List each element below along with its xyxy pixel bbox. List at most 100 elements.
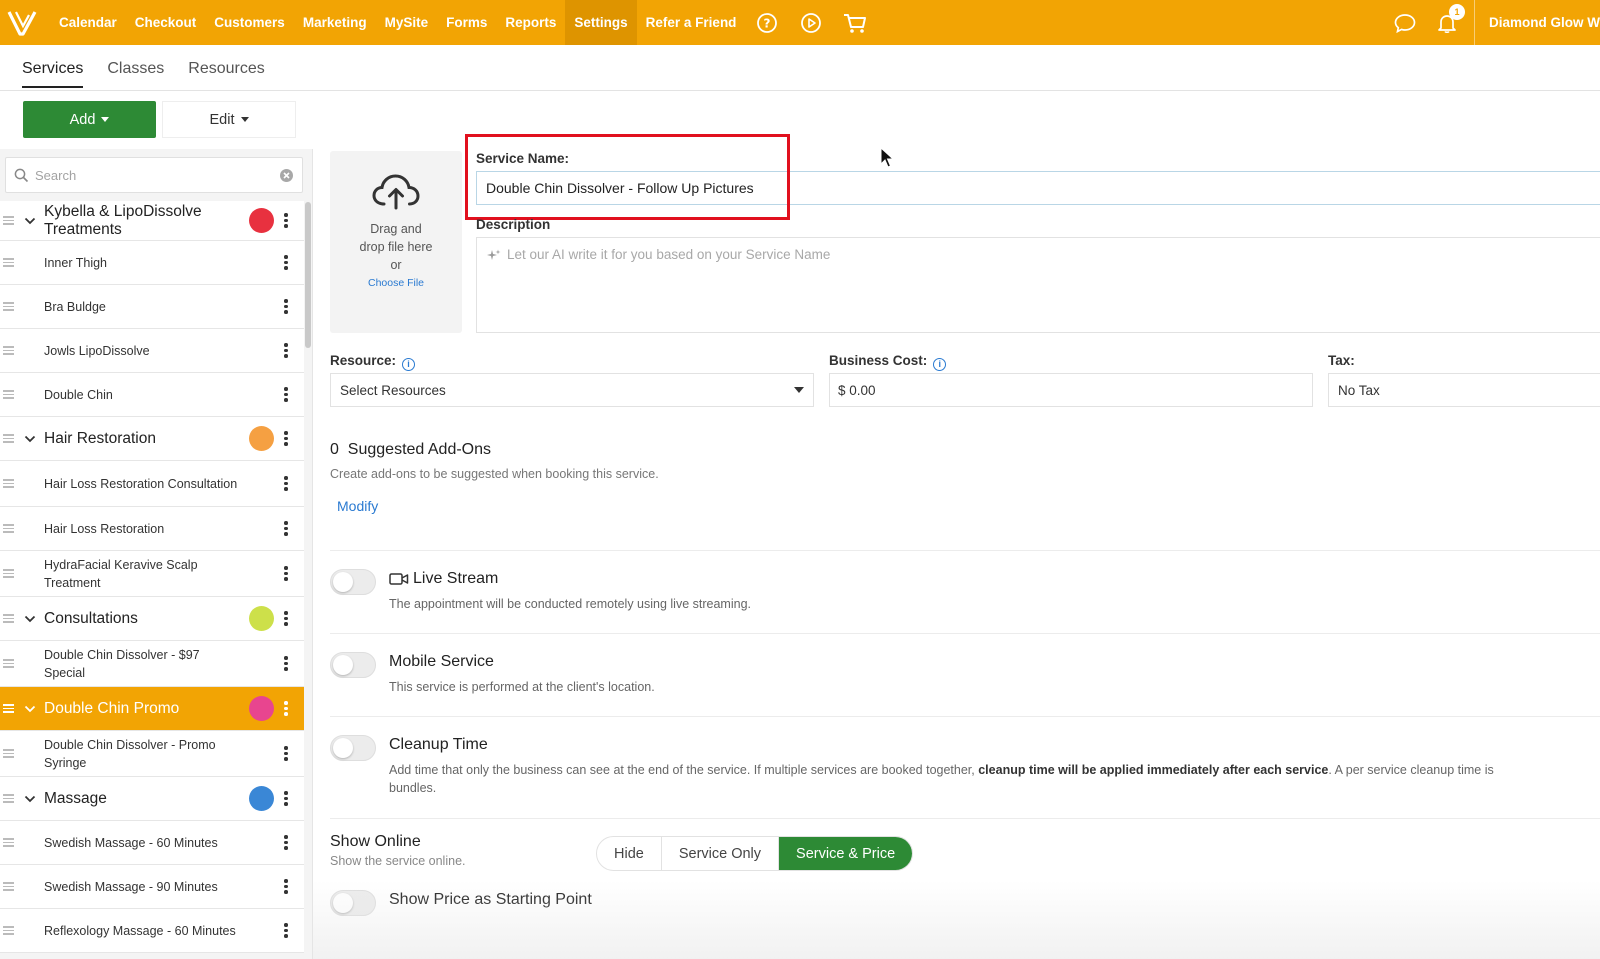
nav-mysite[interactable]: MySite xyxy=(376,0,438,45)
drag-handle-icon[interactable] xyxy=(3,567,14,580)
more-options-icon[interactable] xyxy=(284,699,288,718)
service-row[interactable]: Double Chin xyxy=(0,373,304,417)
search-box[interactable] xyxy=(5,157,303,193)
more-options-icon[interactable] xyxy=(284,211,288,230)
nav-reports[interactable]: Reports xyxy=(496,0,565,45)
drag-handle-icon[interactable] xyxy=(3,836,14,849)
chevron-down-icon[interactable] xyxy=(24,613,36,625)
edit-button[interactable]: Edit xyxy=(162,101,296,138)
drag-handle-icon[interactable] xyxy=(3,792,14,805)
more-options-icon[interactable] xyxy=(284,921,288,940)
category-row[interactable]: Kybella & LipoDissolve Treatments xyxy=(0,201,304,241)
tab-resources[interactable]: Resources xyxy=(188,60,264,88)
more-options-icon[interactable] xyxy=(284,877,288,896)
service-row[interactable]: Inner Thigh xyxy=(0,241,304,285)
nav-calendar[interactable]: Calendar xyxy=(50,0,126,45)
show-online-service-price-option[interactable]: Service & Price xyxy=(779,837,913,870)
category-row[interactable]: Massage xyxy=(0,777,304,821)
account-name[interactable]: Diamond Glow W xyxy=(1474,0,1600,45)
add-button[interactable]: Add xyxy=(23,101,156,138)
drag-handle-icon[interactable] xyxy=(3,747,14,760)
service-row[interactable]: Double Chin Dissolver - Promo Syringe xyxy=(0,731,304,777)
vagaro-logo-icon[interactable] xyxy=(0,0,46,45)
more-options-icon[interactable] xyxy=(284,519,288,538)
service-row[interactable]: Swedish Massage - 90 Minutes xyxy=(0,865,304,909)
search-input[interactable] xyxy=(35,167,279,183)
drag-handle-icon[interactable] xyxy=(3,344,14,357)
category-row[interactable]: Double Chin Promo xyxy=(0,687,304,731)
drag-handle-icon[interactable] xyxy=(3,522,14,535)
tab-services[interactable]: Services xyxy=(22,60,84,88)
mobile-service-toggle[interactable] xyxy=(330,652,376,678)
info-icon[interactable]: i xyxy=(402,357,416,371)
clear-search-icon[interactable] xyxy=(279,168,294,183)
service-row[interactable]: Hair Loss Restoration xyxy=(0,507,304,551)
live-stream-toggle[interactable] xyxy=(330,569,376,595)
drag-handle-icon[interactable] xyxy=(3,612,14,625)
service-row[interactable]: Bra Buldge xyxy=(0,285,304,329)
nav-forms[interactable]: Forms xyxy=(437,0,496,45)
more-options-icon[interactable] xyxy=(284,833,288,852)
drag-handle-icon[interactable] xyxy=(3,214,14,227)
category-color-dot[interactable] xyxy=(249,208,274,233)
category-row[interactable]: Consultations xyxy=(0,597,304,641)
more-options-icon[interactable] xyxy=(284,385,288,404)
drag-handle-icon[interactable] xyxy=(3,432,14,445)
service-row[interactable]: Swedish Massage - 60 Minutes xyxy=(0,821,304,865)
drag-handle-icon[interactable] xyxy=(3,388,14,401)
nav-settings[interactable]: Settings xyxy=(565,0,637,45)
business-cost-input[interactable]: $ 0.00 xyxy=(829,373,1313,407)
drag-handle-icon[interactable] xyxy=(3,657,14,670)
modify-addons-link[interactable]: Modify xyxy=(337,498,378,514)
chevron-down-icon[interactable] xyxy=(24,433,36,445)
category-color-dot[interactable] xyxy=(249,786,274,811)
more-options-icon[interactable] xyxy=(284,297,288,316)
chevron-down-icon[interactable] xyxy=(24,703,36,715)
tax-select[interactable]: No Tax xyxy=(1328,373,1600,407)
more-options-icon[interactable] xyxy=(284,474,288,493)
service-row[interactable]: Reflexology Massage - 60 Minutes xyxy=(0,909,304,953)
service-row[interactable]: Jowls LipoDissolve xyxy=(0,329,304,373)
category-row[interactable]: Hair Restoration xyxy=(0,417,304,461)
tab-classes[interactable]: Classes xyxy=(107,60,164,88)
more-options-icon[interactable] xyxy=(284,341,288,360)
shopping-cart-icon[interactable] xyxy=(833,0,877,45)
more-options-icon[interactable] xyxy=(284,253,288,272)
starting-price-toggle[interactable] xyxy=(330,890,376,916)
resources-select[interactable]: Select Resources xyxy=(330,373,814,407)
category-color-dot[interactable] xyxy=(249,696,274,721)
drag-handle-icon[interactable] xyxy=(3,256,14,269)
sidebar-scrollbar[interactable] xyxy=(305,202,311,348)
chat-icon[interactable] xyxy=(1384,0,1426,45)
more-options-icon[interactable] xyxy=(284,789,288,808)
notifications-bell-icon[interactable]: 1 xyxy=(1426,0,1468,45)
more-options-icon[interactable] xyxy=(284,429,288,448)
nav-checkout[interactable]: Checkout xyxy=(126,0,206,45)
show-online-service-only-option[interactable]: Service Only xyxy=(662,837,780,870)
more-options-icon[interactable] xyxy=(284,744,288,763)
nav-refer-a-friend[interactable]: Refer a Friend xyxy=(637,0,746,45)
show-online-hide-option[interactable]: Hide xyxy=(597,837,662,870)
drag-handle-icon[interactable] xyxy=(3,880,14,893)
cleanup-time-toggle[interactable] xyxy=(330,735,376,761)
chevron-down-icon[interactable] xyxy=(24,793,36,805)
nav-marketing[interactable]: Marketing xyxy=(294,0,376,45)
service-row[interactable]: Double Chin Dissolver - $97 Special xyxy=(0,641,304,687)
nav-customers[interactable]: Customers xyxy=(205,0,294,45)
drag-handle-icon[interactable] xyxy=(3,477,14,490)
service-row[interactable]: Hair Loss Restoration Consultation xyxy=(0,461,304,507)
service-row[interactable]: HydraFacial Keravive Scalp Treatment xyxy=(0,551,304,597)
drag-handle-icon[interactable] xyxy=(3,924,14,937)
more-options-icon[interactable] xyxy=(284,654,288,673)
category-color-dot[interactable] xyxy=(249,606,274,631)
info-icon[interactable]: i xyxy=(933,357,947,371)
more-options-icon[interactable] xyxy=(284,609,288,628)
description-textarea[interactable]: Let our AI write it for you based on you… xyxy=(476,237,1600,333)
drag-handle-icon[interactable] xyxy=(3,702,14,715)
image-upload-dropzone[interactable]: Drag and drop file here or Choose File xyxy=(330,151,462,333)
more-options-icon[interactable] xyxy=(284,564,288,583)
choose-file-link[interactable]: Choose File xyxy=(330,277,462,289)
category-color-dot[interactable] xyxy=(249,426,274,451)
drag-handle-icon[interactable] xyxy=(3,300,14,313)
chevron-down-icon[interactable] xyxy=(24,215,36,227)
